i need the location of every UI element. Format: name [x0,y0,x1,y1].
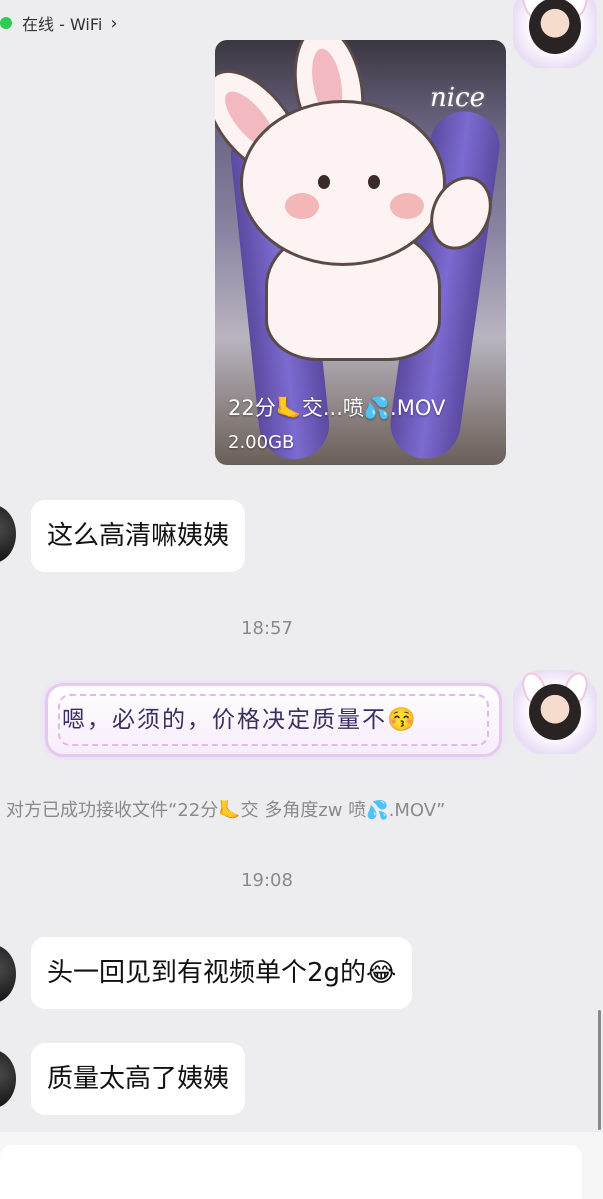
timestamp: 18:57 [241,618,293,639]
message-input[interactable] [0,1145,582,1199]
contact-avatar[interactable] [0,505,16,563]
bunny-sticker: nice [215,40,504,361]
contact-avatar[interactable] [0,945,16,1003]
timestamp: 19:08 [241,870,293,891]
my-avatar[interactable] [513,669,597,754]
status-text: 在线 - WiFi [22,15,103,34]
message-bubble[interactable]: 这么高清嘛姨姨 [31,500,246,572]
file-received-notice: 对方已成功接收文件“22分🦶交 多角度zw 喷💦.MOV” [6,800,446,821]
status-row[interactable]: 在线 - WiFi › [0,12,118,34]
message-bubble[interactable]: 头一回见到有视频单个2g的😂 [31,937,413,1009]
online-dot-icon [0,17,12,29]
video-size: 2.00GB [228,432,295,453]
message-bubble-outgoing[interactable]: 嗯，必须的，价格决定质量不😚 [45,683,502,757]
video-message[interactable]: nice 22分🦶交...喷💦.MOV 2.00GB [215,40,506,465]
video-filename: 22分🦶交...喷💦.MOV [228,396,446,420]
chevron-right-icon: › [110,12,118,34]
message-text: 嗯，必须的，价格决定质量不😚 [62,707,418,733]
chat-screen: 在线 - WiFi › nice 22分🦶交...喷💦.MOV 2.00GB 这… [0,0,603,1199]
message-bubble[interactable]: 质量太高了姨姨 [31,1043,246,1115]
my-avatar[interactable] [513,0,597,68]
contact-avatar[interactable] [0,1050,16,1108]
input-bar [0,1132,603,1199]
scrollbar[interactable] [598,1010,601,1130]
sticker-text: nice [430,83,486,113]
